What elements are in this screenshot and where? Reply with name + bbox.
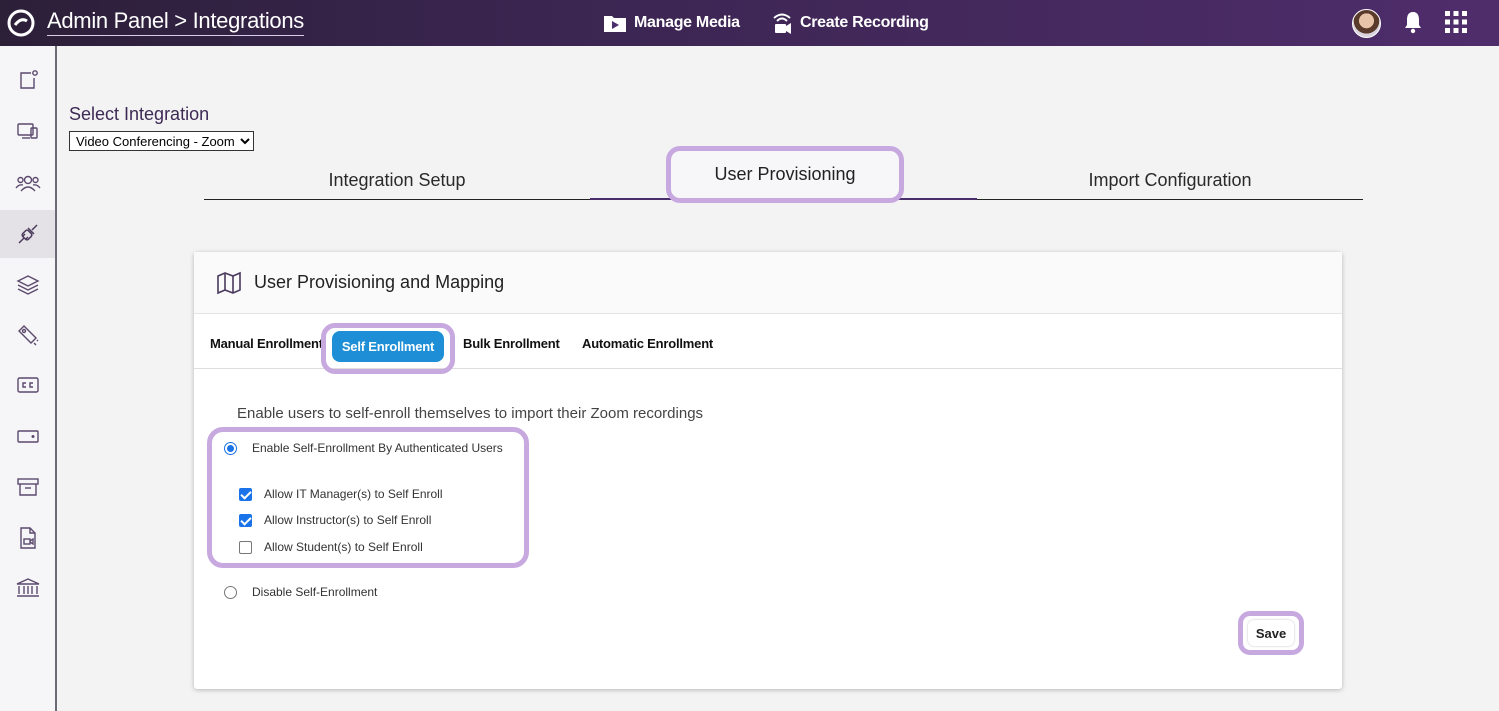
enable-self-enrollment-option[interactable]: Enable Self-Enrollment By Authenticated …: [224, 441, 503, 455]
self-enroll-description: Enable users to self-enroll themselves t…: [237, 405, 704, 422]
integration-select[interactable]: Video Conferencing - Zoom: [69, 131, 254, 151]
archive-icon: [16, 478, 39, 496]
subtab-bulk-enrollment[interactable]: Bulk Enrollment: [463, 336, 560, 351]
sidebar-item-devices[interactable]: [0, 107, 55, 155]
create-recording-label: Create Recording: [800, 14, 929, 31]
allow-it-manager-option[interactable]: Allow IT Manager(s) to Self Enroll: [239, 487, 443, 501]
allow-it-manager-checkbox[interactable]: [239, 487, 252, 501]
avatar[interactable]: [1352, 9, 1381, 38]
institution-icon: [16, 578, 39, 597]
create-recording-button[interactable]: Create Recording: [770, 11, 929, 35]
sidebar-item-institution[interactable]: [0, 564, 55, 612]
sidebar-item-new[interactable]: [0, 56, 55, 104]
card-title: User Provisioning and Mapping: [254, 272, 505, 292]
sidebar-item-archive[interactable]: [0, 463, 55, 511]
disable-self-enrollment-radio[interactable]: [224, 585, 237, 599]
allow-instructor-label: Allow Instructor(s) to Self Enroll: [264, 513, 432, 527]
tab-user-provisioning[interactable]: User Provisioning: [666, 146, 904, 203]
save-button[interactable]: Save: [1248, 620, 1294, 646]
sidebar-item-integrations[interactable]: [0, 210, 55, 258]
file-media-icon: [19, 527, 36, 549]
sidebar-item-layers[interactable]: [0, 261, 55, 309]
devices-icon: [16, 123, 38, 139]
allow-student-checkbox[interactable]: [239, 540, 252, 554]
sidebar-item-files[interactable]: [0, 514, 55, 562]
allow-it-manager-label: Allow IT Manager(s) to Self Enroll: [264, 487, 443, 501]
subtab-manual-enrollment[interactable]: Manual Enrollment: [210, 336, 323, 351]
manage-media-button[interactable]: Manage Media: [602, 11, 740, 35]
tab-integration-setup[interactable]: Integration Setup: [204, 160, 590, 200]
enable-self-enrollment-label: Enable Self-Enrollment By Authenticated …: [252, 441, 503, 455]
breadcrumb[interactable]: Admin Panel > Integrations: [47, 9, 304, 36]
provisioning-card: User Provisioning and Mapping Manual Enr…: [194, 252, 1342, 689]
sidebar-item-users[interactable]: [0, 159, 55, 207]
allow-student-label: Allow Student(s) to Self Enroll: [264, 540, 423, 554]
disable-self-enrollment-option[interactable]: Disable Self-Enrollment: [224, 585, 377, 599]
closed-captions-icon: [16, 377, 39, 393]
enable-self-enrollment-radio[interactable]: [224, 441, 237, 455]
top-bar: Admin Panel > Integrations Manage Media …: [0, 0, 1499, 46]
new-item-icon: [19, 70, 38, 89]
select-integration-label: Select Integration: [69, 104, 210, 124]
map-icon: [217, 271, 241, 294]
wallet-icon: [16, 430, 39, 443]
tag-icon: [17, 325, 38, 346]
bell-icon[interactable]: [1402, 10, 1424, 34]
enrollment-subtabs: Manual Enrollment Self Enrollment Bulk E…: [194, 314, 1342, 374]
broadcast-camera-icon: [773, 13, 791, 34]
users-icon: [14, 175, 41, 192]
sidebar: [0, 46, 57, 711]
subtab-self-enrollment[interactable]: Self Enrollment: [332, 331, 444, 362]
allow-instructor-checkbox[interactable]: [239, 513, 252, 527]
allow-student-option[interactable]: Allow Student(s) to Self Enroll: [239, 540, 423, 554]
integrations-plug-icon: [17, 224, 38, 244]
tab-import-configuration[interactable]: Import Configuration: [977, 160, 1363, 200]
disable-self-enrollment-label: Disable Self-Enrollment: [252, 585, 378, 599]
sidebar-item-wallet[interactable]: [0, 412, 55, 460]
logo-icon[interactable]: [6, 9, 36, 37]
card-header: User Provisioning and Mapping: [194, 252, 1342, 314]
subtab-automatic-enrollment[interactable]: Automatic Enrollment: [582, 336, 713, 351]
sidebar-item-captions[interactable]: [0, 361, 55, 409]
manage-media-label: Manage Media: [634, 14, 740, 31]
apps-grid-icon[interactable]: [1444, 10, 1468, 34]
layers-icon: [15, 275, 40, 295]
allow-instructor-option[interactable]: Allow Instructor(s) to Self Enroll: [239, 513, 431, 527]
media-folder-icon: [604, 16, 626, 32]
sidebar-item-tags[interactable]: [0, 311, 55, 359]
